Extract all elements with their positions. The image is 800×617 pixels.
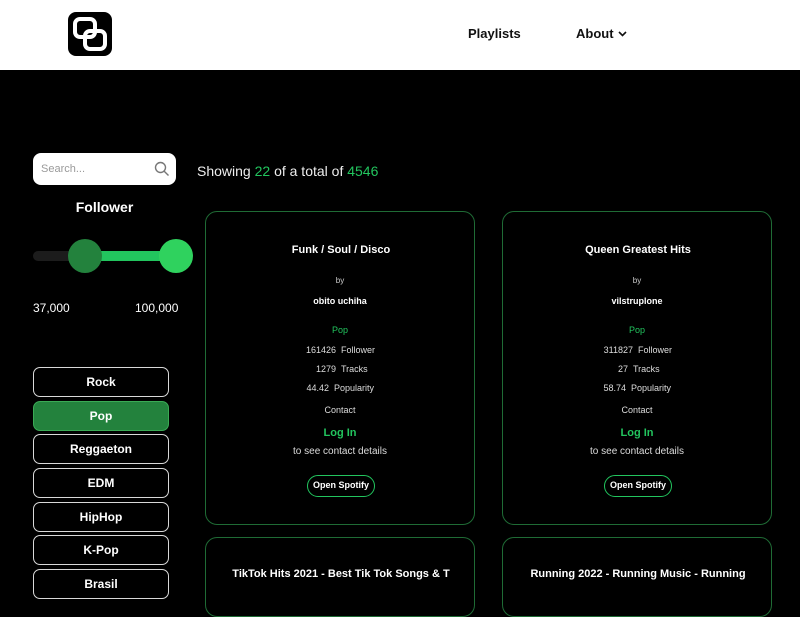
results-middle: of a total of [274, 163, 344, 179]
playlist-genre: Pop [628, 325, 645, 335]
playlist-title: Queen Greatest Hits [585, 244, 691, 256]
nav-about-menu[interactable]: About [576, 26, 627, 41]
playlist-popularity-label: Popularity [334, 383, 375, 393]
playlist-card: Funk / Soul / Disco by obito uchiha Pop … [205, 211, 475, 525]
genre-button-reggaeton[interactable]: Reggaeton [33, 434, 169, 465]
playlist-followers-value: 161426 [305, 345, 336, 355]
slider-min-label: 37,000 [33, 301, 70, 315]
genre-button-hiphop[interactable]: HipHop [33, 501, 169, 532]
follower-range-slider[interactable] [33, 238, 193, 274]
playlist-owner: obito uchiha [313, 296, 367, 306]
results-total-count: 4546 [347, 163, 379, 179]
login-hint: to see contact details [293, 446, 387, 457]
nav-playlists-link[interactable]: Playlists [468, 26, 521, 41]
playlist-followers-label: Follower [341, 345, 376, 355]
open-spotify-button[interactable]: Open Spotify [604, 475, 672, 497]
playlist-title: Running 2022 - Running Music - Running [530, 568, 746, 580]
playlist-title: Funk / Soul / Disco [291, 244, 391, 256]
results-shown-count: 22 [254, 163, 271, 179]
playlist-followers-label: Follower [638, 345, 673, 355]
playlist-card: TikTok Hits 2021 - Best Tik Tok Songs & … [205, 537, 475, 617]
playlist-by-label: by [335, 276, 345, 285]
playlist-tracks-value: 27 [617, 364, 628, 374]
playlist-popularity-label: Popularity [631, 383, 672, 393]
app-logo-icon[interactable] [68, 12, 112, 56]
search-box [33, 153, 176, 185]
playlist-genre: Pop [331, 325, 348, 335]
results-count: Showing 22 of a total of 4546 [197, 163, 378, 179]
playlist-tracks-value: 1279 [315, 364, 336, 374]
search-input[interactable] [41, 161, 145, 177]
playlist-tracks-label: Tracks [633, 364, 660, 374]
playlist-followers-value: 311827 [603, 345, 633, 355]
playlist-popularity-value: 44.42 [306, 383, 329, 393]
playlist-owner: vilstruplone [611, 296, 663, 306]
results-prefix: Showing [197, 163, 251, 179]
login-hint: to see contact details [590, 446, 684, 457]
genre-filter-list: Rock Pop Reggaeton EDM HipHop K-Pop Bras… [33, 367, 169, 603]
genre-button-rock[interactable]: Rock [33, 367, 169, 397]
slider-max-handle[interactable] [159, 239, 193, 273]
playlist-tracks-label: Tracks [341, 364, 368, 374]
slider-min-handle[interactable] [68, 239, 102, 273]
genre-button-pop[interactable]: Pop [33, 400, 169, 431]
playlist-title: TikTok Hits 2021 - Best Tik Tok Songs & … [232, 568, 450, 580]
playlist-card: Queen Greatest Hits by vilstruplone Pop … [502, 211, 772, 525]
playlist-card: Running 2022 - Running Music - Running [502, 537, 772, 617]
playlist-contact-label: Contact [324, 405, 356, 415]
login-link[interactable]: Log In [503, 427, 771, 439]
chevron-down-icon [617, 29, 627, 40]
open-spotify-button[interactable]: Open Spotify [307, 475, 375, 497]
nav-about-label: About [576, 26, 614, 41]
top-navbar: Playlists About [0, 0, 800, 70]
slider-max-label: 100,000 [135, 301, 179, 315]
follower-filter-title: Follower [75, 199, 134, 215]
playlist-by-label: by [632, 276, 642, 285]
genre-button-kpop[interactable]: K-Pop [33, 535, 169, 566]
playlist-popularity-value: 58.74 [603, 383, 626, 393]
genre-button-edm[interactable]: EDM [33, 468, 169, 499]
search-icon[interactable] [153, 160, 171, 178]
playlist-contact-label: Contact [621, 405, 653, 415]
login-link[interactable]: Log In [206, 427, 474, 439]
genre-button-brasil[interactable]: Brasil [33, 569, 169, 600]
